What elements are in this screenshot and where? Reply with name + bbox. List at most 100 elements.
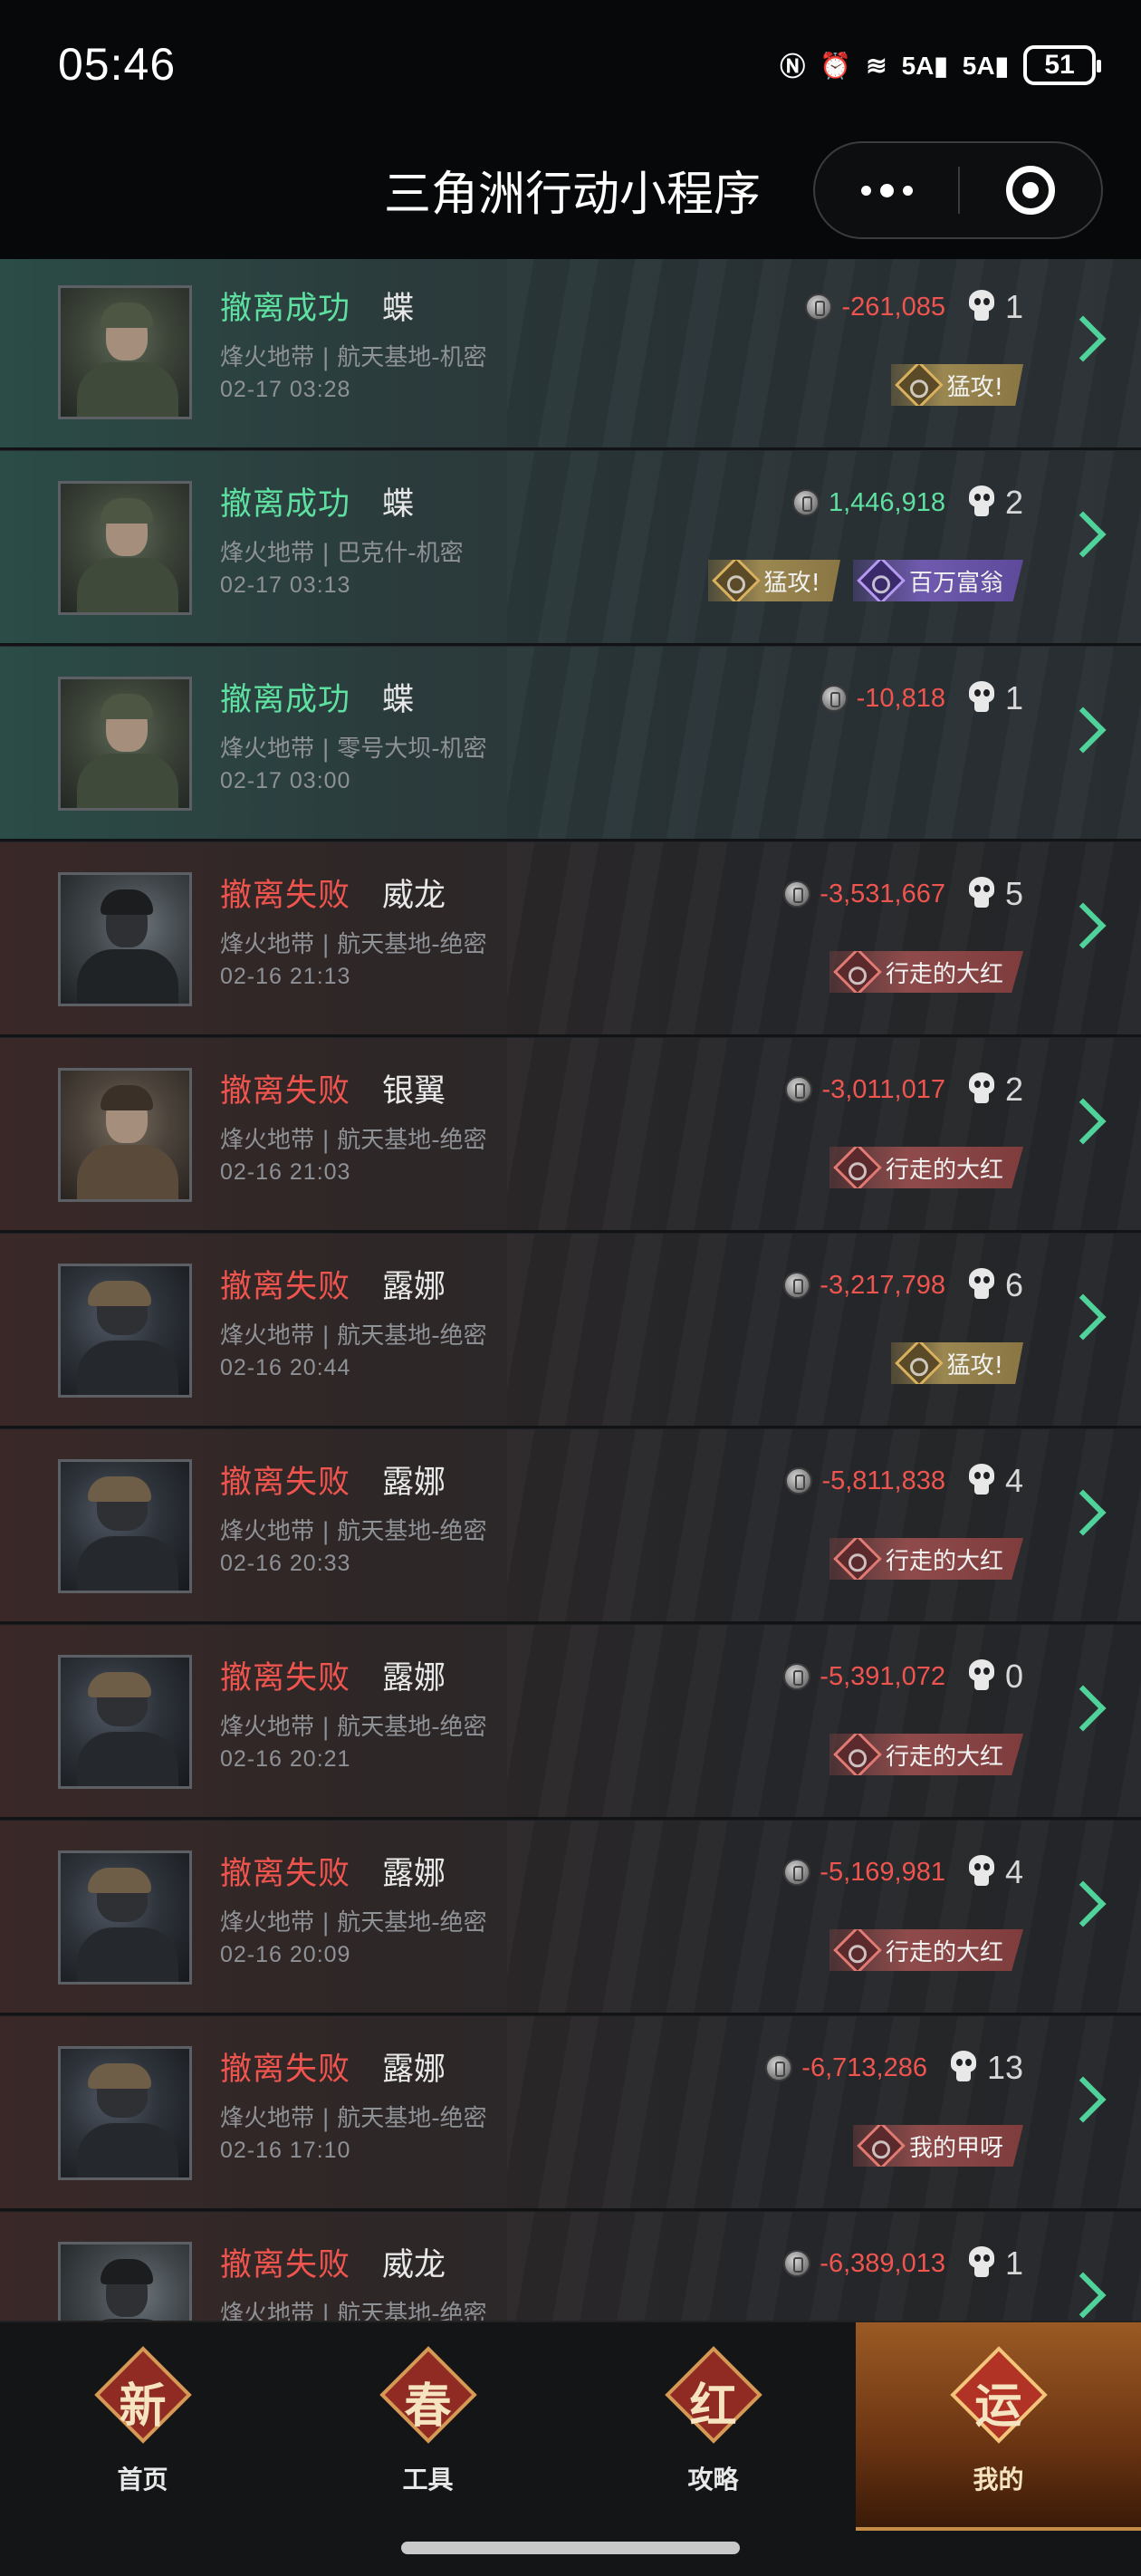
match-time: 02-17 03:13 [220, 572, 351, 598]
match-record-row[interactable]: 撤离失败 露娜 烽火地带 | 航天基地-绝密 02-16 20:21 -5,39… [0, 1625, 1141, 1820]
value-kills-group: -3,531,667 5 [783, 874, 1023, 914]
value-change: -5,169,981 [820, 1857, 945, 1887]
tab-icon-char: 红 [689, 2379, 737, 2434]
match-time: 02-16 21:13 [220, 964, 351, 989]
map-mode: 烽火地带 | 巴克什-机密 [220, 540, 464, 567]
match-record-row[interactable]: 撤离成功 蝶 烽火地带 | 航天基地-机密 02-17 03:28 -261,0… [0, 259, 1141, 450]
achievement-badge: 百万富翁 [852, 560, 1023, 601]
signal-5a-icon: 5A▮ [901, 51, 948, 80]
badge-emblem-icon [833, 1929, 882, 1971]
tab-item[interactable]: 运 我的 [856, 2322, 1141, 2531]
tab-item[interactable]: 春 工具 [285, 2322, 570, 2531]
kill-count: 1 [1004, 679, 1023, 716]
match-record-list[interactable]: 撤离成功 蝶 烽火地带 | 航天基地-机密 02-17 03:28 -261,0… [0, 259, 1141, 2321]
more-dots-icon[interactable] [815, 143, 958, 237]
operator-name: 银翼 [382, 1073, 446, 1110]
chevron-right-icon[interactable] [1060, 315, 1107, 362]
badge-label: 猛攻! [946, 1351, 1003, 1379]
page-title-text: 三角洲行动小程序 [383, 168, 761, 222]
value-kills-group: -5,811,838 4 [785, 1461, 1023, 1501]
chevron-right-icon[interactable] [1060, 902, 1107, 949]
achievement-badge: 行走的大红 [829, 1538, 1023, 1580]
kill-count: 2 [1004, 484, 1023, 521]
badge-label: 猛攻! [946, 373, 1003, 401]
coin-icon [783, 2250, 811, 2277]
kill-count: 1 [1004, 2244, 1023, 2282]
battery-icon: 51 [1023, 45, 1101, 85]
value-change: -3,217,798 [820, 1270, 945, 1300]
tab-icon-char: 春 [404, 2379, 452, 2434]
match-time: 02-16 20:09 [220, 1942, 351, 1967]
chevron-right-icon[interactable] [1060, 511, 1107, 558]
map-mode: 烽火地带 | 航天基地-绝密 [220, 1518, 487, 1545]
extraction-result: 撤离失败 [220, 1073, 351, 1110]
operator-name: 露娜 [382, 2052, 446, 2088]
tab-item[interactable]: 新 首页 [0, 2322, 285, 2531]
alarm-icon: ⏰ [820, 51, 852, 80]
badge-row: 行走的大红 [829, 1147, 1023, 1188]
extraction-result: 撤离成功 [220, 291, 351, 327]
wifi-icon: ≋ [866, 51, 887, 80]
kill-count: 6 [1004, 1266, 1023, 1303]
match-time: 02-16 20:21 [220, 1746, 351, 1772]
badge-emblem-icon [711, 560, 761, 601]
match-record-row[interactable]: 撤离失败 威龙 烽火地带 | 航天基地-绝密 02-16 21:13 -3,53… [0, 842, 1141, 1037]
extraction-result: 撤离失败 [220, 1465, 351, 1501]
map-mode: 烽火地带 | 航天基地-绝密 [220, 2105, 487, 2132]
chevron-right-icon[interactable] [1060, 706, 1107, 754]
coin-icon [785, 1467, 813, 1495]
badge-emblem-icon [894, 1342, 944, 1384]
tab-item[interactable]: 红 攻略 [570, 2322, 856, 2531]
kill-count: 0 [1004, 1658, 1023, 1695]
skull-icon [967, 1855, 996, 1889]
chevron-right-icon[interactable] [1060, 1685, 1107, 1732]
badge-emblem-icon [857, 560, 906, 601]
chevron-right-icon[interactable] [1060, 1293, 1107, 1341]
chevron-right-icon[interactable] [1060, 2272, 1107, 2319]
extraction-result: 撤离成功 [220, 682, 351, 718]
match-record-row[interactable]: 撤离失败 银翼 烽火地带 | 航天基地-绝密 02-16 21:03 -3,01… [0, 1038, 1141, 1233]
kill-count: 5 [1004, 875, 1023, 912]
match-record-row[interactable]: 撤离失败 露娜 烽火地带 | 航天基地-绝密 02-16 17:10 -6,71… [0, 2016, 1141, 2211]
match-record-row[interactable]: 撤离成功 蝶 烽火地带 | 零号大坝-机密 02-17 03:00 -10,81… [0, 647, 1141, 841]
badge-row: 行走的大红 [829, 1538, 1023, 1580]
extraction-result: 撤离失败 [220, 1856, 351, 1892]
skull-icon [967, 290, 996, 324]
match-record-row[interactable]: 撤离失败 露娜 烽火地带 | 航天基地-绝密 02-16 20:44 -3,21… [0, 1234, 1141, 1428]
match-record-row[interactable]: 撤离失败 威龙 烽火地带 | 航天基地-绝密 -6,389,013 1 [0, 2212, 1141, 2321]
tab-label: 工具 [402, 2465, 454, 2494]
skull-icon [967, 1072, 996, 1107]
festival-char-icon: 运 [949, 2346, 1048, 2444]
match-record-row[interactable]: 撤离失败 露娜 烽火地带 | 航天基地-绝密 02-16 20:33 -5,81… [0, 1429, 1141, 1624]
match-time: 02-17 03:00 [220, 768, 351, 793]
operator-name: 蝶 [382, 486, 415, 523]
chevron-right-icon[interactable] [1060, 1880, 1107, 1927]
status-icons: Ⓝ ⏰ ≋ 5A▮ 5A▮ 51 [780, 45, 1101, 85]
skull-icon [949, 2051, 978, 2085]
chevron-right-icon[interactable] [1060, 1098, 1107, 1145]
map-mode: 烽火地带 | 零号大坝-机密 [220, 735, 487, 763]
target-close-icon[interactable] [960, 143, 1101, 237]
chevron-right-icon[interactable] [1060, 2076, 1107, 2123]
value-kills-group: -6,713,286 13 [765, 2048, 1023, 2088]
coin-icon [785, 1076, 813, 1103]
badge-emblem-icon [833, 1538, 882, 1580]
home-indicator[interactable] [401, 2542, 740, 2554]
operator-name: 蝶 [382, 682, 415, 718]
coin-icon [783, 1859, 811, 1886]
value-kills-group: -6,389,013 1 [783, 2244, 1023, 2283]
tab-label: 攻略 [687, 2465, 739, 2494]
chevron-right-icon[interactable] [1060, 1489, 1107, 1536]
badge-label: 我的甲呀 [908, 2134, 1003, 2162]
kill-count: 1 [1004, 288, 1023, 325]
match-record-row[interactable]: 撤离成功 蝶 烽火地带 | 巴克什-机密 02-17 03:13 1,446,9… [0, 451, 1141, 646]
match-time: 02-16 21:03 [220, 1159, 351, 1185]
coin-icon [765, 2054, 793, 2081]
match-record-row[interactable]: 撤离失败 露娜 烽火地带 | 航天基地-绝密 02-16 20:09 -5,16… [0, 1821, 1141, 2015]
badge-row: 我的甲呀 [852, 2125, 1023, 2167]
extraction-result: 撤离失败 [220, 2247, 351, 2283]
operator-avatar [58, 872, 192, 1006]
value-change: -6,389,013 [820, 2248, 945, 2278]
badge-emblem-icon [833, 1734, 882, 1775]
achievement-badge: 猛攻! [707, 560, 840, 601]
